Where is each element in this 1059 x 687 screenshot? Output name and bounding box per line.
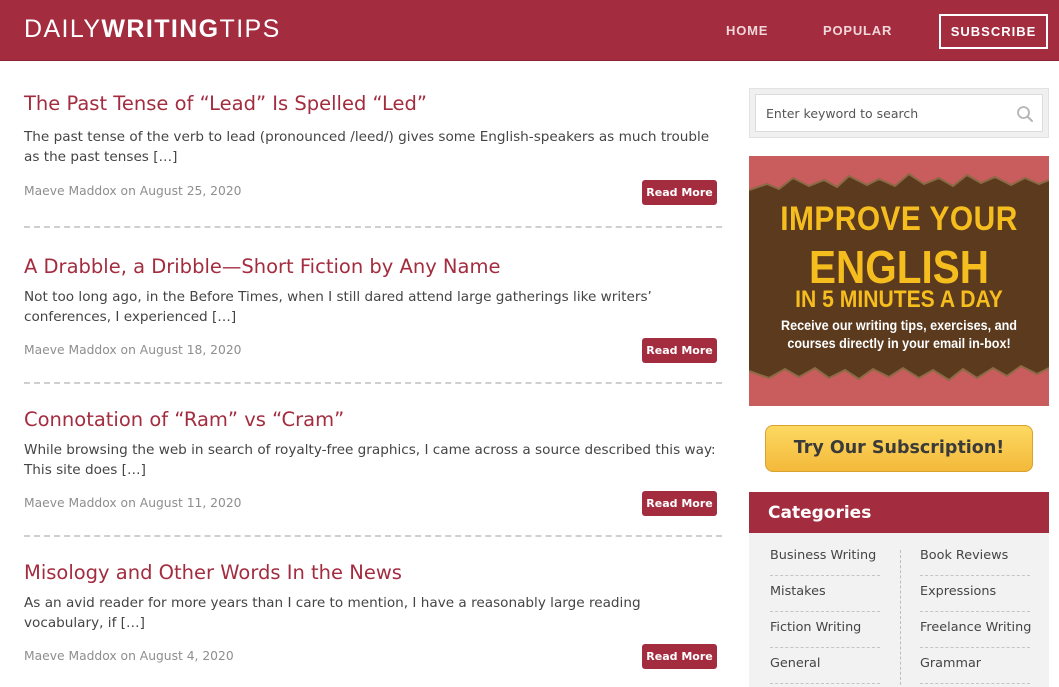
category-link[interactable]: Grammar	[920, 648, 1030, 684]
read-more-button[interactable]: Read More	[642, 644, 717, 669]
subscribe-button[interactable]: SUBSCRIBE	[939, 14, 1048, 49]
post-title[interactable]: Misology and Other Words In the News	[24, 561, 721, 585]
nav-popular-link[interactable]: POPULAR	[823, 23, 892, 38]
post-item: The Past Tense of “Lead” Is Spelled “Led…	[24, 92, 721, 205]
search-icon[interactable]	[1016, 105, 1034, 123]
post-meta: Maeve Maddox on August 11, 2020	[24, 496, 242, 510]
post-item: A Drabble, a Dribble—Short Fiction by An…	[24, 255, 721, 363]
post-title[interactable]: The Past Tense of “Lead” Is Spelled “Led…	[24, 92, 721, 116]
site-header: DAILYWRITINGTIPS HOME POPULAR SUBSCRIBE	[0, 0, 1059, 61]
post-meta: Maeve Maddox on August 18, 2020	[24, 343, 242, 357]
read-more-button[interactable]: Read More	[642, 491, 717, 516]
logo-daily: DAILY	[24, 15, 102, 43]
post-meta: Maeve Maddox on August 25, 2020	[24, 184, 242, 198]
logo-writing: WRITING	[101, 15, 220, 43]
post-excerpt: As an avid reader for more years than I …	[24, 595, 641, 631]
category-link[interactable]: General	[770, 648, 880, 684]
category-link[interactable]: Fiction Writing	[770, 612, 880, 648]
post-divider	[24, 382, 722, 384]
post-title[interactable]: Connotation of “Ram” vs “Cram”	[24, 408, 721, 432]
post-divider	[24, 535, 722, 537]
post-excerpt: The past tense of the verb to lead (pron…	[24, 129, 710, 165]
category-link[interactable]: Expressions	[920, 576, 1030, 612]
nav-home-link[interactable]: HOME	[726, 23, 768, 38]
post-meta: Maeve Maddox on August 4, 2020	[24, 649, 234, 663]
search-box	[749, 88, 1049, 138]
post-excerpt: Not too long ago, in the Before Times, w…	[24, 289, 652, 325]
promo-heading-line3: IN 5 MINUTES A DAY	[795, 286, 1003, 313]
read-more-button[interactable]: Read More	[642, 338, 717, 363]
category-link[interactable]: Freelance Writing	[920, 612, 1031, 648]
category-link[interactable]: Business Writing	[770, 540, 880, 576]
post-item: Misology and Other Words In the News As …	[24, 561, 721, 669]
site-logo[interactable]: DAILYWRITINGTIPS	[24, 15, 281, 44]
promo-heading-line1: IMPROVE YOUR	[780, 200, 1018, 238]
category-link[interactable]: Mistakes	[770, 576, 880, 612]
search-input[interactable]	[755, 94, 1043, 132]
logo-tips: TIPS	[219, 15, 281, 43]
post-excerpt: While browsing the web in search of roya…	[24, 442, 716, 478]
try-subscription-button[interactable]: Try Our Subscription!	[765, 425, 1033, 472]
categories-widget: Categories Business Writing Mistakes Fic…	[749, 492, 1049, 687]
category-link[interactable]: Book Reviews	[920, 540, 1030, 576]
post-title[interactable]: A Drabble, a Dribble—Short Fiction by An…	[24, 255, 721, 279]
promo-subtext-line2: courses directly in your email in-box!	[787, 335, 1011, 351]
categories-column-divider	[900, 550, 901, 687]
post-item: Connotation of “Ram” vs “Cram” While bro…	[24, 408, 721, 516]
promo-subtext: Receive our writing tips, exercises, and…	[764, 316, 1034, 352]
read-more-button[interactable]: Read More	[642, 180, 717, 205]
post-divider	[24, 226, 722, 228]
categories-title: Categories	[749, 492, 1049, 533]
promo-banner[interactable]: IMPROVE YOUR ENGLISH IN 5 MINUTES A DAY …	[749, 156, 1049, 406]
promo-subtext-line1: Receive our writing tips, exercises, and	[781, 317, 1017, 333]
